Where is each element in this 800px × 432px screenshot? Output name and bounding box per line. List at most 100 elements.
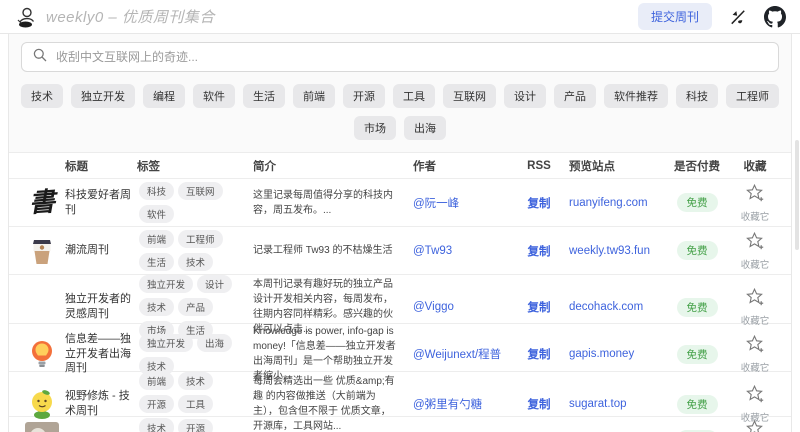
- star-plus-icon[interactable]: [745, 231, 765, 256]
- author-link[interactable]: @Tw93: [405, 245, 517, 257]
- author-link[interactable]: @Viggo: [405, 301, 517, 313]
- table-row: 書 科技爱好者周刊 科技 互联网 软件 这里记录每周值得分享的科技内容，周五发布…: [9, 179, 791, 227]
- site-link[interactable]: ruanyifeng.com: [561, 197, 665, 209]
- site-link[interactable]: gapis.money: [561, 348, 665, 360]
- favorite-button[interactable]: 收藏它: [729, 419, 781, 432]
- filter-tag[interactable]: 设计: [504, 84, 546, 108]
- star-plus-icon[interactable]: [745, 183, 765, 208]
- favorite-button[interactable]: 收藏它: [729, 183, 781, 223]
- main-card: 技术 独立开发 编程 软件 生活 前端 开源 工具 互联网 设计 产品 软件推荐…: [8, 34, 792, 432]
- site-link[interactable]: decohack.com: [561, 301, 665, 313]
- page-title: weekly0 – 优质周刊集合: [46, 6, 215, 27]
- filter-tag[interactable]: 开源: [343, 84, 385, 108]
- search-section: [9, 34, 791, 76]
- author-link[interactable]: @粥里有勺糖: [405, 396, 517, 412]
- author-link[interactable]: @Weijunext/程普: [405, 346, 517, 362]
- site-link[interactable]: sugarat.top: [561, 398, 665, 410]
- weekly-title: 视野修炼 - 技术周刊: [65, 389, 137, 419]
- tag-pill: 工具: [178, 395, 213, 413]
- favorite-label: 收藏它: [741, 209, 770, 223]
- filter-tag[interactable]: 软件: [193, 84, 235, 108]
- submit-weekly-button[interactable]: 提交周刊: [638, 3, 712, 30]
- filter-tag[interactable]: 互联网: [443, 84, 496, 108]
- site-link[interactable]: weekly.tw93.fun: [561, 245, 665, 257]
- search-input[interactable]: [56, 50, 768, 64]
- weekly-tags: 前端 工程师 生活 技术: [137, 230, 249, 271]
- filter-tag[interactable]: 生活: [243, 84, 285, 108]
- top-bar: weekly0 – 优质周刊集合 提交周刊: [0, 0, 800, 34]
- favorite-label: 收藏它: [741, 313, 770, 327]
- free-badge: 免费: [677, 345, 718, 364]
- filter-tag[interactable]: 出海: [404, 116, 446, 140]
- tag-pill: 开源: [178, 419, 213, 432]
- weekly-intro: 每周会精选出一些 优质&amp;有趣 的内容做推送（大前端为主），包含但不限于 …: [249, 374, 405, 432]
- tag-pill: 前端: [139, 372, 174, 390]
- table-row: 潮流周刊 前端 工程师 生活 技术 记录工程师 Tw93 的不枯燥生活 @Tw9…: [9, 227, 791, 275]
- rss-copy-link[interactable]: 复制: [517, 195, 561, 211]
- column-header-rss: RSS: [517, 160, 561, 172]
- weekly-title: 潮流周刊: [65, 243, 137, 258]
- table-row: 信息差——独立开发者出海周刊 独立开发 出海 技术 Knowledge is p…: [9, 324, 791, 372]
- github-icon[interactable]: [764, 6, 786, 28]
- tag-pill: 工程师: [178, 230, 223, 248]
- favorite-button[interactable]: 收藏它: [729, 231, 781, 271]
- column-header-site: 预览站点: [561, 158, 665, 174]
- weekly-intro: 这里记录每周值得分享的科技内容，周五发布。...: [249, 188, 405, 218]
- scrollbar[interactable]: [795, 140, 799, 250]
- tag-pill: 独立开发: [139, 334, 193, 352]
- rss-copy-link[interactable]: 复制: [517, 346, 561, 362]
- author-link[interactable]: @阮一峰: [405, 195, 517, 211]
- filter-tag[interactable]: 产品: [554, 84, 596, 108]
- filter-tag[interactable]: 市场: [354, 116, 396, 140]
- weekly-intro: 记录工程师 Tw93 的不枯燥生活: [249, 243, 405, 258]
- lemon-character-icon: [19, 389, 65, 419]
- column-header-title: 标题: [65, 158, 137, 174]
- tag-pill: 科技: [139, 182, 174, 200]
- theme-toggle-icon[interactable]: [728, 7, 748, 27]
- filter-tag[interactable]: 独立开发: [71, 84, 135, 108]
- table-row: 独立开发者的灵感周刊 独立开发 设计 技术 产品 市场 生活 本周刊记录有趣好玩…: [9, 275, 791, 324]
- filter-tag[interactable]: 技术: [21, 84, 63, 108]
- search-box[interactable]: [21, 42, 779, 72]
- filter-tag[interactable]: 科技: [676, 84, 718, 108]
- rss-copy-link[interactable]: 复制: [517, 299, 561, 315]
- tag-pill: 出海: [197, 334, 232, 352]
- free-badge: 免费: [677, 298, 718, 317]
- search-icon: [32, 47, 48, 68]
- weekly-table: 書 科技爱好者周刊 科技 互联网 软件 这里记录每周值得分享的科技内容，周五发布…: [9, 179, 791, 432]
- column-header-intro: 简介: [249, 158, 405, 174]
- tag-pill: 技术: [139, 298, 174, 316]
- filter-tag[interactable]: 前端: [293, 84, 335, 108]
- tag-pill: 独立开发: [139, 275, 193, 293]
- rss-copy-link[interactable]: 复制: [517, 396, 561, 412]
- table-row: 视野修炼 - 技术周刊 前端 技术 开源 工具 知识 每周会精选出一些 优质&a…: [9, 372, 791, 417]
- filter-tag[interactable]: 工程师: [726, 84, 779, 108]
- weekly-title: 独立开发者的灵感周刊: [65, 292, 137, 322]
- column-header-paid: 是否付费: [665, 158, 729, 174]
- free-badge: 免费: [677, 193, 718, 212]
- star-plus-icon[interactable]: [745, 384, 765, 409]
- tag-pill: 前端: [139, 230, 174, 248]
- site-logo-icon: [14, 5, 38, 29]
- star-plus-icon[interactable]: [745, 419, 765, 432]
- free-badge: 免费: [677, 395, 718, 414]
- filter-tag[interactable]: 编程: [143, 84, 185, 108]
- cat-photo: [19, 422, 65, 432]
- favorite-label: 收藏它: [741, 360, 770, 374]
- weekly-tags: 独立开发 设计 技术 产品 市场 生活: [137, 275, 249, 339]
- tag-pill: 技术: [178, 372, 213, 390]
- filter-tag[interactable]: 软件推荐: [604, 84, 668, 108]
- weekly-tags: 独立开发 出海 技术: [137, 334, 249, 375]
- tag-pill: 产品: [178, 298, 213, 316]
- weekly-tags: 技术 开源 工具 代码: [137, 419, 249, 432]
- filter-tag[interactable]: 工具: [393, 84, 435, 108]
- column-header-author: 作者: [405, 158, 517, 174]
- rss-copy-link[interactable]: 复制: [517, 243, 561, 259]
- column-header-tags: 标签: [137, 158, 249, 174]
- tag-pill: 技术: [178, 253, 213, 271]
- favorite-button[interactable]: 收藏它: [729, 287, 781, 327]
- favorite-button[interactable]: 收藏它: [729, 334, 781, 374]
- favorite-button[interactable]: 收藏它: [729, 384, 781, 424]
- star-plus-icon[interactable]: [745, 334, 765, 359]
- star-plus-icon[interactable]: [745, 287, 765, 312]
